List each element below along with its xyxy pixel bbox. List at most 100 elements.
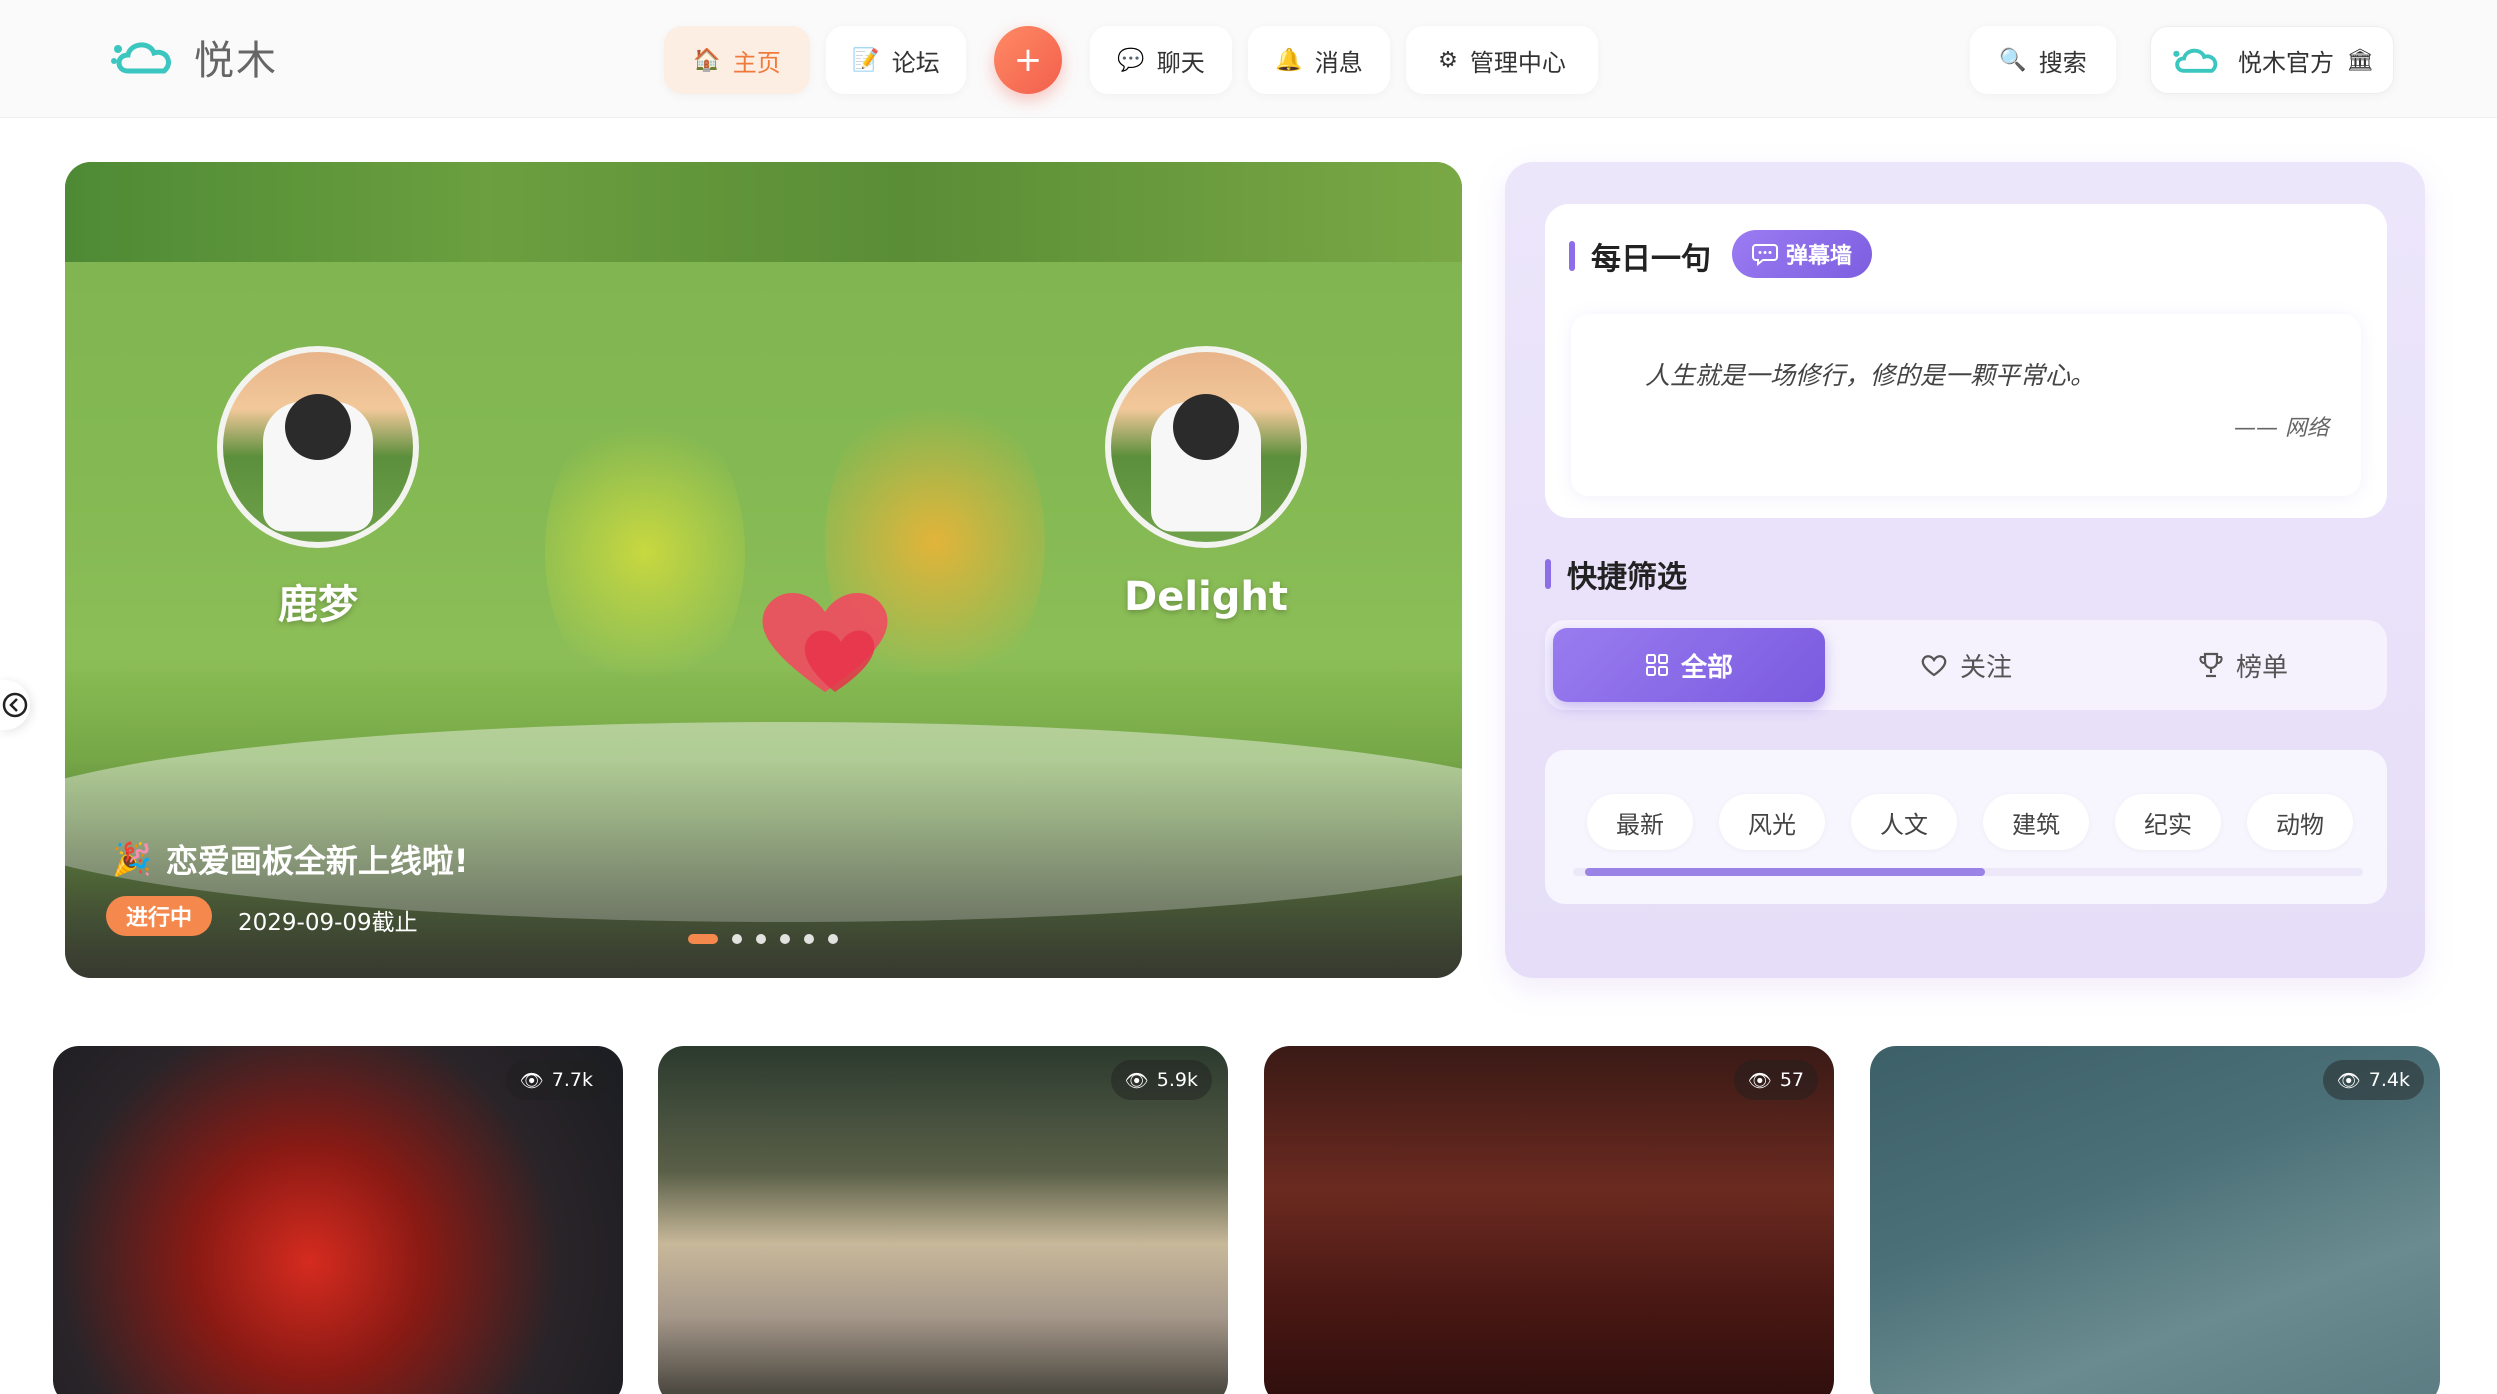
- view-count-badge: 👁 7.4k: [2322, 1060, 2424, 1100]
- category-chip[interactable]: 人文: [1851, 794, 1957, 850]
- quick-filter-title-text: 快捷筛选: [1567, 560, 1687, 595]
- heart-icon: [762, 592, 888, 692]
- search-button[interactable]: 🔍 搜索: [1970, 26, 2116, 94]
- heart-outline-icon: [1921, 655, 1947, 677]
- trophy-icon: [2199, 652, 2223, 678]
- banner-top-foliage: [65, 162, 1462, 262]
- cloud-logo-icon: [111, 42, 171, 74]
- couple-name-right: Delight: [1124, 574, 1288, 620]
- nav-forum-label: 论坛: [891, 48, 940, 77]
- view-count-badge: 👁 57: [1733, 1060, 1818, 1100]
- avatar-head: [285, 393, 351, 460]
- daily-quote-title-text: 每日一句: [1591, 242, 1711, 277]
- quick-filter-title: 快捷筛选: [1545, 552, 1687, 596]
- nav-messages[interactable]: 🔔 消息: [1248, 26, 1390, 94]
- tab-follow[interactable]: 关注: [1830, 628, 2102, 702]
- avatar-head: [1173, 393, 1239, 460]
- event-deadline: 2029-09-09截止: [238, 910, 418, 936]
- daily-quote-card: 每日一句 弹幕墙 人生就是一场修行，修的是一颗平常心。 —— 网络: [1545, 204, 2387, 518]
- party-popper-icon: 🎉: [112, 840, 152, 878]
- view-count: 7.4k: [2368, 1069, 2410, 1091]
- view-count: 57: [1779, 1069, 1804, 1091]
- brand-logo[interactable]: 悦木: [110, 28, 278, 86]
- eye-icon: 👁: [2336, 1069, 2361, 1092]
- view-count: 5.9k: [1156, 1069, 1198, 1091]
- category-chip[interactable]: 最新: [1587, 794, 1693, 850]
- banner-bokeh-yellow: [545, 402, 745, 702]
- cloud-logo-icon: [2173, 48, 2218, 73]
- couple-name-left: 鹿梦: [278, 582, 358, 628]
- create-post-button[interactable]: +: [994, 26, 1062, 94]
- nav-forum[interactable]: 📝 论坛: [826, 26, 966, 94]
- chat-bubble-icon: [1752, 244, 1778, 266]
- category-chip[interactable]: 建筑: [1983, 794, 2089, 850]
- arrow-left-circle-icon: [2, 692, 28, 718]
- carousel-dot[interactable]: [756, 934, 766, 944]
- carousel-dot[interactable]: [828, 934, 838, 944]
- post-card[interactable]: 👁 5.9k: [658, 1046, 1228, 1394]
- avatar-left[interactable]: [217, 346, 419, 548]
- eye-icon: 👁: [519, 1069, 544, 1092]
- tab-all-label: 全部: [1680, 652, 1733, 683]
- event-title-text: 恋爱画板全新上线啦!: [165, 842, 469, 880]
- eye-icon: 👁: [1747, 1069, 1772, 1092]
- status-badge: 进行中: [106, 896, 213, 936]
- carousel-dot[interactable]: [780, 934, 790, 944]
- official-building-icon: 🏛: [2346, 47, 2374, 73]
- pencil-icon: 📝: [852, 47, 880, 73]
- search-label: 搜索: [2038, 48, 2087, 77]
- gear-icon: ⚙: [1438, 47, 1458, 73]
- category-chip[interactable]: 纪实: [2115, 794, 2221, 850]
- top-header: 悦木 🏠 主页 📝 论坛 + 💬 聊天 🔔 消息 ⚙ 管理中心 🔍 搜索 悦木官…: [0, 0, 2497, 118]
- nav-home-label: 主页: [732, 48, 781, 77]
- grid-icon: [1645, 654, 1668, 676]
- post-card[interactable]: 👁 57: [1264, 1046, 1834, 1394]
- view-count: 7.7k: [551, 1069, 593, 1091]
- category-selector: 最新 风光 人文 建筑 纪实 动物: [1545, 750, 2387, 904]
- carousel-dot[interactable]: [688, 934, 718, 944]
- chat-bubble-icon: 💬: [1117, 47, 1145, 73]
- tab-ranking-label: 榜单: [2235, 652, 2288, 683]
- bell-icon: 🔔: [1275, 47, 1303, 73]
- view-count-badge: 👁 5.9k: [1110, 1060, 1212, 1100]
- sidebar-toggle[interactable]: [0, 680, 30, 730]
- category-chip[interactable]: 风光: [1719, 794, 1825, 850]
- nav-chat[interactable]: 💬 聊天: [1090, 26, 1232, 94]
- event-title[interactable]: 🎉 恋爱画板全新上线啦!: [112, 836, 468, 882]
- post-card[interactable]: 👁 7.7k: [53, 1046, 623, 1394]
- tab-all[interactable]: 全部: [1553, 628, 1825, 702]
- nav-admin[interactable]: ⚙ 管理中心: [1406, 26, 1598, 94]
- quote-box: 人生就是一场修行，修的是一颗平常心。 —— 网络: [1571, 314, 2361, 496]
- nav-chat-label: 聊天: [1156, 48, 1205, 77]
- title-accent-bar: [1569, 241, 1575, 271]
- avatar-right[interactable]: [1105, 346, 1307, 548]
- category-scrollbar-thumb[interactable]: [1585, 868, 1985, 876]
- danmu-wall-label: 弹幕墙: [1786, 244, 1853, 269]
- daily-quote-title: 每日一句: [1569, 234, 1711, 278]
- category-chip[interactable]: 动物: [2247, 794, 2353, 850]
- post-card[interactable]: 👁 7.4k: [1870, 1046, 2440, 1394]
- category-scrollbar[interactable]: [1573, 868, 2363, 876]
- tab-follow-label: 关注: [1959, 652, 2012, 683]
- account-button[interactable]: 悦木官方 🏛: [2150, 26, 2394, 94]
- nav-home[interactable]: 🏠 主页: [664, 26, 810, 94]
- title-accent-bar: [1545, 559, 1551, 589]
- hero-banner[interactable]: 鹿梦 Delight 🎉 恋爱画板全新上线啦! 进行中 2029-09-09截止: [65, 162, 1462, 978]
- carousel-dot[interactable]: [732, 934, 742, 944]
- nav-messages-label: 消息: [1314, 48, 1363, 77]
- home-icon: 🏠: [693, 47, 721, 73]
- carousel-dot[interactable]: [804, 934, 814, 944]
- quote-text: 人生就是一场修行，修的是一颗平常心。: [1645, 361, 2096, 390]
- account-name: 悦木官方: [2238, 48, 2335, 77]
- search-icon: 🔍: [1999, 47, 2027, 73]
- quote-source: —— 网络: [2234, 416, 2329, 441]
- eye-icon: 👁: [1124, 1069, 1149, 1092]
- brand-name: 悦木: [194, 38, 278, 84]
- carousel-dots: [688, 934, 838, 944]
- danmu-wall-button[interactable]: 弹幕墙: [1732, 230, 1873, 278]
- tab-ranking[interactable]: 榜单: [2107, 628, 2379, 702]
- filter-tabs: 全部 关注 榜单: [1545, 620, 2387, 710]
- sidebar-panel: 每日一句 弹幕墙 人生就是一场修行，修的是一颗平常心。 —— 网络 快捷筛选 全…: [1505, 162, 2425, 978]
- view-count-badge: 👁 7.7k: [505, 1060, 607, 1100]
- nav-admin-label: 管理中心: [1469, 48, 1566, 77]
